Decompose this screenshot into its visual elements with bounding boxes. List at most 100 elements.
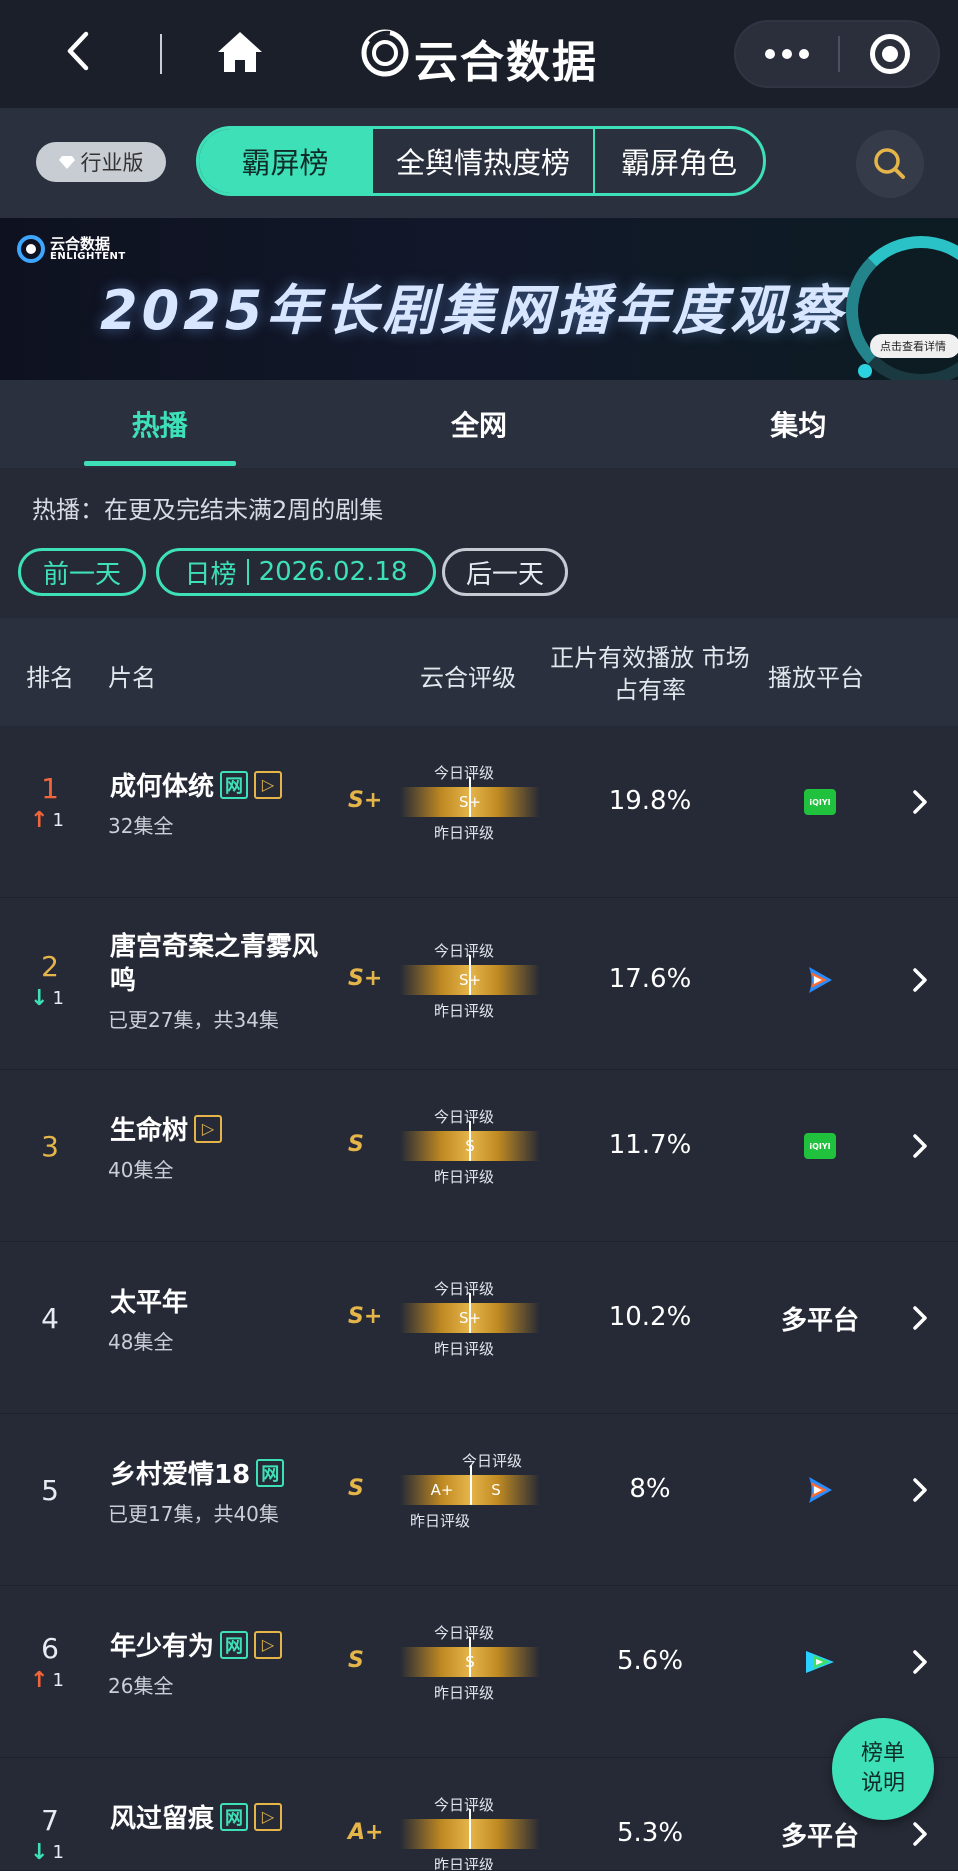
next-day-button[interactable]: 后一天 [442, 548, 568, 596]
drama-title-line: 唐宫奇案之青雾风鸣 [110, 930, 320, 998]
grade-gauge: S+ [400, 1293, 540, 1333]
column-grade: 云合评级 [420, 664, 516, 692]
grade-value: S+ [348, 788, 383, 813]
up-arrow-icon: ↑ [30, 1668, 49, 1693]
segment-dominant-roles[interactable]: 霸屏角色 [593, 129, 763, 193]
play-vip-tag-icon: ▷ [254, 1802, 283, 1831]
table-row[interactable]: 5 乡村爱情18 网已更17集，共40集 S A+ S 今日评级 昨日评级 8% [0, 1414, 958, 1586]
platform-cell [780, 1470, 860, 1510]
tab-hot[interactable]: 热播 [0, 380, 319, 468]
date-picker[interactable]: 日榜 2026.02.18 [156, 548, 436, 596]
close-mini-program-icon[interactable] [870, 34, 910, 74]
chevron-right-icon[interactable] [910, 965, 930, 995]
enlightent-logo-icon [17, 235, 45, 263]
down-arrow-icon: ↓ [30, 986, 49, 1011]
segment-public-opinion-chart[interactable]: 全舆情热度榜 [371, 129, 593, 193]
yesterday-grade-label: 昨日评级 [434, 1002, 495, 1020]
ranking-type-switch: 霸屏榜 全舆情热度榜 霸屏角色 [196, 126, 766, 196]
banner-cta-button[interactable]: 点击查看详情 [870, 334, 958, 358]
rank-trend: ↑ 1 [30, 808, 64, 833]
grade-value: S [348, 1648, 364, 1673]
iqiyi-icon: iQIYI [804, 789, 836, 815]
table-row[interactable]: 3 生命树 ▷ 40集全 S S 今日评级 昨日评级 11.7% iQIYI [0, 1070, 958, 1242]
column-share: 正片有效播放 市场占有率 [550, 644, 750, 704]
grade-gauge: S+ [400, 955, 540, 995]
web-drama-tag: 网 [220, 1630, 249, 1659]
gauge-today-value: S [465, 1137, 475, 1155]
chevron-right-icon[interactable] [910, 1647, 930, 1677]
today-grade-label: 今日评级 [434, 1796, 495, 1814]
table-row[interactable]: 2 ↓ 1 唐宫奇案之青雾风鸣 已更27集，共34集 S+ S+ 今日评级 昨日评级 17.6% [0, 898, 958, 1070]
rank-change-value: 1 [52, 1670, 64, 1691]
rank-trend: ↓ 1 [30, 986, 64, 1011]
grade-gauge [400, 1809, 540, 1849]
tencent-video-icon [809, 967, 832, 993]
today-grade-label: 今日评级 [434, 942, 495, 960]
web-drama-tag: 网 [220, 1802, 249, 1831]
gauge-today-value: S [465, 1653, 475, 1671]
market-share: 5.6% [616, 1646, 684, 1676]
drama-title: 乡村爱情18 [110, 1460, 251, 1490]
table-row[interactable]: 4 太平年 48集全 S+ S+ 今日评级 昨日评级 10.2% 多平台 [0, 1242, 958, 1414]
chevron-right-icon[interactable] [910, 1475, 930, 1505]
youku-icon [806, 1651, 834, 1673]
banner-dot-decoration [858, 364, 872, 378]
drama-title-line: 生命树 ▷ [110, 1110, 223, 1147]
platform-cell [780, 1642, 860, 1682]
grade-gauge: A+ S [400, 1465, 540, 1505]
chevron-right-icon[interactable] [910, 1303, 930, 1333]
platform-cell: iQIYI [780, 1126, 860, 1166]
column-title: 片名 [108, 664, 156, 692]
market-share: 10.2% [608, 1302, 692, 1332]
ranking-list: 1 ↑ 1 成何体统网 ▷ 32集全 S+ S+ 今日评级 昨日评级 19.8% iQIYI 2 ↓ 1 唐宫… [0, 726, 958, 1871]
grade-value: S [348, 1476, 364, 1501]
column-rank: 排名 [26, 664, 74, 692]
banner-title: 2025年长剧集网播年度观察 [100, 279, 847, 342]
promo-banner[interactable]: 云合数据 ENLIGHTENT 2025年长剧集网播年度观察 点击查看详情 [0, 218, 958, 380]
drama-title-line: 年少有为网 ▷ [110, 1626, 283, 1663]
rank-change-value: 1 [52, 810, 64, 831]
table-row[interactable]: 1 ↑ 1 成何体统网 ▷ 32集全 S+ S+ 今日评级 昨日评级 19.8% iQIYI [0, 726, 958, 898]
industry-edition-label: 行业版 [80, 151, 144, 175]
home-icon[interactable] [214, 28, 266, 76]
industry-edition-button[interactable]: 行业版 [36, 142, 166, 182]
banner-logo: 云合数据 ENLIGHTENT [16, 234, 126, 264]
filter-bar: 热播：在更及完结未满2周的剧集 前一天 日榜 2026.02.18 后一天 [0, 468, 958, 618]
chart-type-label: 日榜 [184, 559, 237, 590]
banner-ring-decoration [846, 236, 958, 380]
platform-multi: 多平台 [780, 1821, 859, 1852]
back-icon[interactable] [58, 30, 100, 72]
grade-gauge: S [400, 1637, 540, 1677]
play-vip-tag-icon: ▷ [254, 1630, 283, 1659]
episode-count: 32集全 [108, 814, 174, 838]
rank-number: 6 [41, 1632, 59, 1665]
chart-explanation-button[interactable]: 榜单 说明 [832, 1718, 934, 1820]
grade-gauge: S+ [400, 777, 540, 817]
grade-value: S+ [348, 966, 383, 991]
table-row[interactable]: 7 ↓ 1 风过留痕网 ▷ A+ 今日评级 昨日评级 5.3% 多平台 [0, 1758, 958, 1871]
drama-title-line: 风过留痕网 ▷ [110, 1798, 283, 1835]
rank-change-value: 1 [52, 1842, 64, 1863]
drama-title: 太平年 [110, 1288, 189, 1318]
search-icon[interactable] [856, 130, 924, 198]
rank-trend: ↓ 1 [30, 1840, 64, 1865]
previous-day-button[interactable]: 前一天 [18, 548, 146, 596]
yesterday-grade-label: 昨日评级 [434, 1168, 495, 1186]
episode-count: 已更17集，共40集 [108, 1502, 279, 1526]
tab-per-episode[interactable]: 集均 [639, 380, 958, 468]
column-platform: 播放平台 [768, 664, 864, 692]
today-grade-label: 今日评级 [462, 1452, 523, 1470]
market-share: 8% [629, 1474, 671, 1504]
chevron-right-icon[interactable] [910, 1131, 930, 1161]
yesterday-grade-label: 昨日评级 [410, 1512, 471, 1530]
rank-number: 5 [41, 1474, 59, 1507]
market-share: 19.8% [608, 786, 692, 816]
table-row[interactable]: 6 ↑ 1 年少有为网 ▷ 26集全 S S 今日评级 昨日评级 5.6% [0, 1586, 958, 1758]
table-header: 排名 片名 云合评级 正片有效播放 市场占有率 播放平台 [0, 618, 958, 726]
tab-all-network[interactable]: 全网 [319, 380, 638, 468]
chevron-right-icon[interactable] [910, 1819, 930, 1849]
more-icon[interactable] [736, 22, 838, 86]
segment-dominance-chart[interactable]: 霸屏榜 [199, 129, 371, 193]
episode-count: 40集全 [108, 1158, 174, 1182]
chevron-right-icon[interactable] [910, 787, 930, 817]
